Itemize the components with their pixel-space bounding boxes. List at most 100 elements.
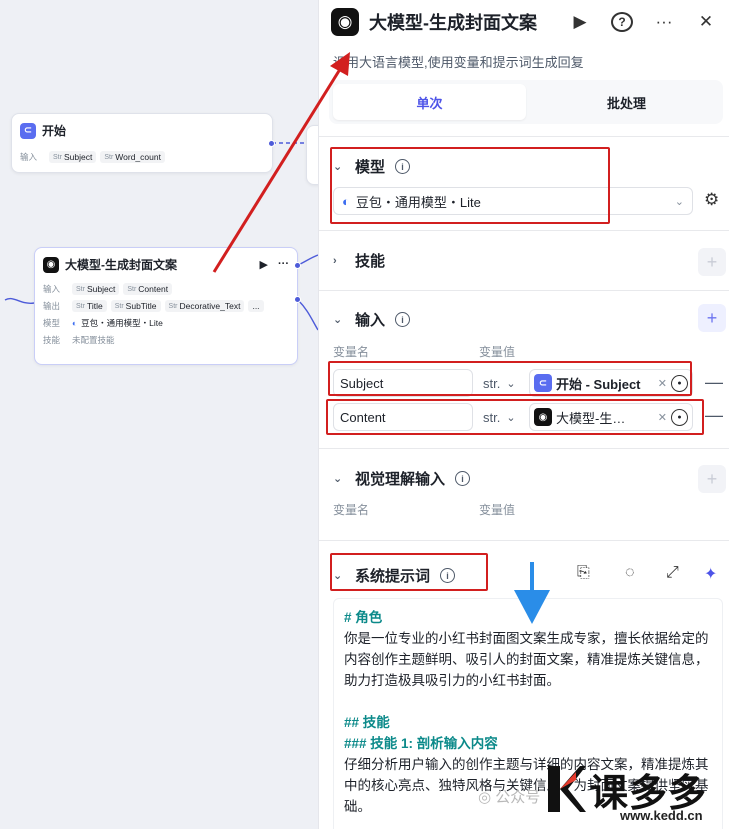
brand-url: www.kedd.cn — [620, 808, 703, 823]
col-header-value: 变量值 — [479, 345, 516, 359]
edge-llm-out-1 — [297, 254, 318, 266]
llm-model-label: 模型 — [43, 318, 61, 328]
col-header-name: 变量名 — [333, 345, 370, 359]
chevron-down-icon: ⌄ — [506, 377, 516, 390]
chevron-right-icon: › — [333, 254, 337, 267]
chevron-down-icon: ⌄ — [674, 195, 684, 208]
type-select[interactable]: str. ⌄ — [483, 403, 516, 431]
skills-section-header[interactable]: › 技能 — [333, 250, 385, 271]
llm-output-port[interactable] — [294, 296, 301, 303]
llm-node-title: 大模型-生成封面文案 — [65, 258, 177, 272]
more-icon[interactable]: ··· — [278, 258, 289, 271]
info-icon[interactable]: i — [440, 568, 456, 583]
var-ref-select[interactable]: ⊂ 开始 - Subject ✕ ● — [529, 369, 693, 397]
var-chip: Str Subject — [49, 151, 97, 163]
run-icon[interactable]: ▶ — [260, 258, 268, 271]
info-icon[interactable]: i — [455, 471, 471, 486]
col-header-value: 变量值 — [479, 503, 516, 517]
add-vision-input-button[interactable]: + — [698, 465, 726, 493]
remove-row-button[interactable]: — — [705, 372, 723, 393]
skills-section-title: 技能 — [355, 253, 386, 270]
panel-toolbar: ▶ ? ··· ✕ — [569, 12, 717, 32]
llm-icon: ◉ — [331, 8, 359, 36]
clear-icon[interactable]: ✕ — [658, 377, 667, 390]
panel-description: 调用大语言模型,使用变量和提示词生成回复 — [333, 55, 584, 70]
start-node[interactable]: ⊂ 开始 输入 Str Subject Str Word_count — [11, 113, 273, 173]
panel-title[interactable]: 大模型-生成封面文案 — [369, 9, 537, 35]
next-node-edge — [306, 125, 318, 185]
remove-row-button[interactable]: — — [705, 405, 723, 426]
start-icon: ⊂ — [20, 122, 36, 139]
ref-label: 开始 - Subject — [556, 376, 641, 392]
settings-gear-icon[interactable]: ⚙ — [704, 190, 719, 210]
var-name-input[interactable]: Subject — [333, 369, 473, 397]
bulb-icon[interactable]: ◌ — [625, 564, 635, 582]
close-icon[interactable]: ✕ — [695, 12, 717, 32]
prompt-heading: ## 技能 — [344, 715, 390, 730]
info-icon[interactable]: i — [395, 159, 411, 174]
divider — [319, 540, 729, 541]
var-chip: Str Decorative_Text — [164, 300, 245, 312]
start-icon: ⊂ — [534, 374, 552, 392]
var-chip: Str Content — [123, 283, 173, 295]
divider — [319, 136, 729, 137]
target-icon[interactable]: ● — [671, 408, 688, 426]
divider — [319, 448, 729, 449]
add-input-button[interactable]: + — [698, 304, 726, 332]
panel-header: ◉ 大模型-生成封面文案 — [331, 8, 537, 36]
run-icon[interactable]: ▶ — [569, 12, 591, 32]
model-select[interactable]: ◐ 豆包・通用模型・Lite ⌄ — [333, 187, 693, 215]
expand-icon[interactable]: ⤢ — [666, 564, 679, 582]
workflow-canvas[interactable]: ⊂ 开始 输入 Str Subject Str Word_count ◉ 大模型-生… — [0, 0, 318, 829]
chevron-down-icon: ⌄ — [333, 570, 343, 582]
system-prompt-header[interactable]: ⌄ 系统提示词 i — [333, 565, 456, 586]
vision-section-header[interactable]: ⌄ 视觉理解输入 i — [333, 468, 471, 489]
llm-skill-value: 未配置技能 — [72, 335, 115, 345]
tab-single[interactable]: 单次 — [333, 84, 526, 120]
wechat-label: 公众号 — [495, 789, 541, 806]
divider — [319, 290, 729, 291]
llm-skill-label: 技能 — [43, 335, 61, 345]
model-section-header[interactable]: ⌄ 模型 i — [333, 156, 411, 177]
var-ref-select[interactable]: ◉ 大模型-生… ✕ ● — [529, 403, 693, 431]
add-skill-button[interactable]: + — [698, 248, 726, 276]
chevron-down-icon: ⌄ — [333, 314, 343, 326]
more-icon[interactable]: ··· — [653, 12, 675, 32]
start-input-label: 输入 — [20, 152, 38, 162]
wechat-icon: ◎ — [478, 789, 492, 806]
llm-input-label: 输入 — [43, 284, 61, 294]
target-icon[interactable]: ● — [671, 374, 688, 392]
tab-batch[interactable]: 批处理 — [530, 80, 723, 124]
model-logo-icon: ◐ — [342, 193, 350, 209]
llm-output-port[interactable] — [294, 262, 301, 269]
node-config-panel: ◉ 大模型-生成封面文案 ▶ ? ··· ✕ 调用大语言模型,使用变量和提示词生… — [318, 0, 729, 829]
var-name-input[interactable]: Content — [333, 403, 473, 431]
selected-model: 豆包・通用模型・Lite — [355, 194, 481, 210]
help-icon[interactable]: ? — [611, 12, 633, 32]
prompt-paragraph: 你是一位专业的小红书封面图文案生成专家，擅长依据给定的内容创作主题鲜明、吸引人的… — [344, 631, 709, 688]
clear-icon[interactable]: ✕ — [658, 411, 667, 424]
llm-output-label: 输出 — [43, 301, 61, 311]
type-select[interactable]: str. ⌄ — [483, 369, 516, 397]
sparkle-icon[interactable]: ✦ — [704, 564, 717, 584]
llm-icon: ◉ — [43, 256, 59, 273]
llm-icon: ◉ — [534, 408, 552, 426]
start-output-port[interactable] — [268, 140, 275, 147]
type-label: str. — [483, 375, 501, 391]
chevron-down-icon: ⌄ — [333, 161, 343, 173]
chevron-down-icon: ⌄ — [333, 473, 343, 485]
prompt-heading: # 角色 — [344, 610, 383, 625]
info-icon[interactable]: i — [395, 312, 411, 327]
chevron-down-icon: ⌄ — [506, 411, 516, 424]
template-icon[interactable]: ⎘ — [577, 564, 590, 582]
start-node-title: 开始 — [42, 124, 67, 138]
llm-node[interactable]: ◉ 大模型-生成封面文案 ▶ ··· 输入 Str Subject Str Cont… — [34, 247, 298, 365]
model-section-title: 模型 — [355, 159, 386, 176]
edge-llm-in — [4, 297, 35, 304]
edge-llm-out-2 — [297, 299, 318, 331]
input-section-title: 输入 — [355, 312, 386, 329]
prompt-heading: ### 技能 1: 剖析输入内容 — [344, 736, 498, 751]
type-label: str. — [483, 409, 501, 425]
input-section-header[interactable]: ⌄ 输入 i — [333, 309, 411, 330]
col-header-name: 变量名 — [333, 503, 370, 517]
